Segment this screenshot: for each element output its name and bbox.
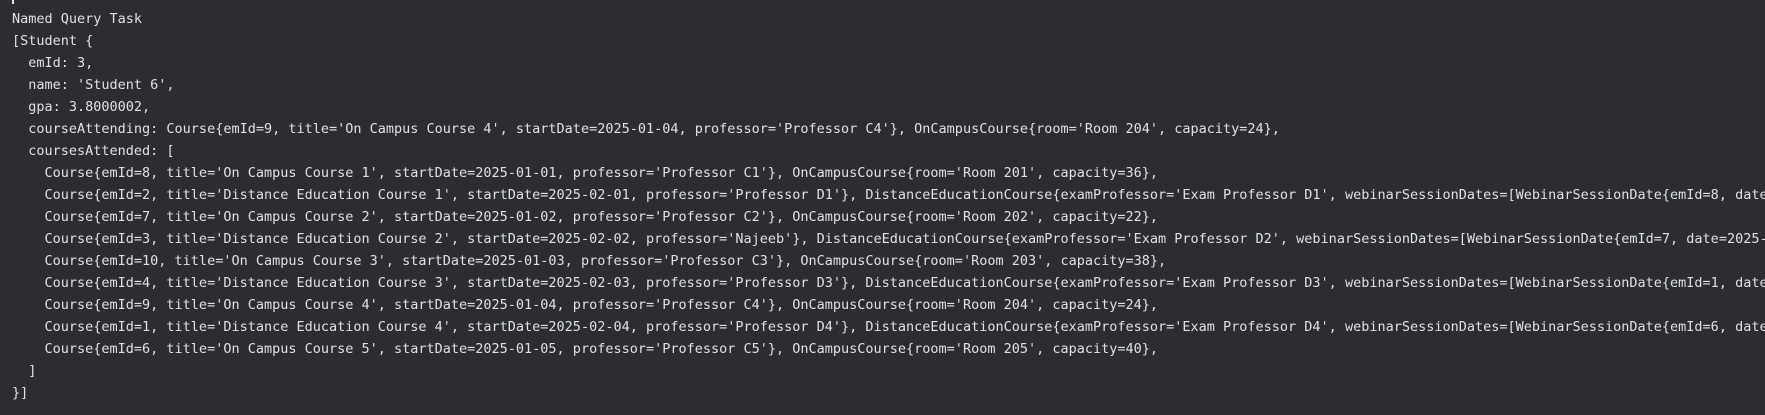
console-line: gpa: 3.8000002, [12, 99, 151, 115]
console-line: }] [12, 385, 29, 401]
console-line: Course{emId=2, title='Distance Education… [12, 187, 1765, 203]
console-line: Course{emId=9, title='On Campus Course 4… [12, 297, 1159, 313]
console-line: [Student { [12, 33, 94, 49]
console-line: ] [12, 363, 37, 379]
console-line: Course{emId=1, title='Distance Education… [12, 319, 1765, 335]
console-line: Course{emId=10, title='On Campus Course … [12, 253, 1167, 269]
console-line: name: 'Student 6', [12, 77, 175, 93]
console-line: Course{emId=6, title='On Campus Course 5… [12, 341, 1159, 357]
console-line: Course{emId=8, title='On Campus Course 1… [12, 165, 1159, 181]
console-line: Course{emId=7, title='On Campus Course 2… [12, 209, 1159, 225]
caret-mark [12, 0, 14, 4]
console-line: Course{emId=4, title='Distance Education… [12, 275, 1765, 291]
console-line: Course{emId=3, title='Distance Education… [12, 231, 1765, 247]
console-line: emId: 3, [12, 55, 94, 71]
console-text[interactable]: Named Query Task [Student { emId: 3, nam… [12, 8, 1765, 404]
console-line: Named Query Task [12, 11, 143, 27]
console-line: coursesAttended: [ [12, 143, 175, 159]
console-output-panel[interactable]: Named Query Task [Student { emId: 3, nam… [0, 0, 1765, 415]
console-line: courseAttending: Course{emId=9, title='O… [12, 121, 1280, 137]
